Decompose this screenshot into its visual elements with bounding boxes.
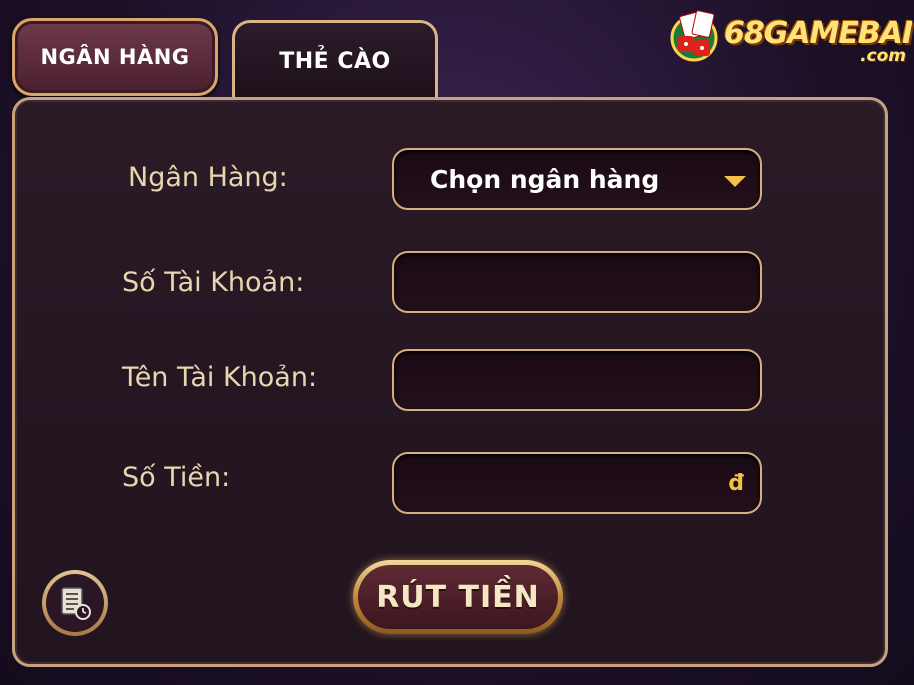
tab-bank-label: NGÂN HÀNG [40,45,190,69]
chevron-down-icon [724,176,746,187]
amount-input[interactable]: đ [392,452,762,514]
brand-logo: 68GAMEBAI .com [660,2,914,84]
bank-select-value: Chọn ngân hàng [430,164,660,194]
bank-select[interactable]: Chọn ngân hàng [392,148,762,210]
tab-card-label: THẺ CÀO [279,49,391,74]
withdraw-button[interactable]: RÚT TIỀN [353,560,563,634]
account-number-label: Số Tài Khoản: [122,267,305,298]
account-name-input[interactable] [392,349,762,411]
amount-label: Số Tiền: [122,462,231,493]
account-name-label: Tên Tài Khoản: [122,362,318,393]
logo-sub-text: .com [860,46,906,66]
dice-cards-icon [670,10,718,62]
history-button[interactable] [42,570,108,636]
withdraw-button-label: RÚT TIỀN [376,579,540,615]
account-number-input[interactable] [392,251,762,313]
tab-card[interactable]: THẺ CÀO [232,20,438,100]
currency-symbol: đ [728,471,744,496]
history-icon [61,587,91,620]
bank-label: Ngân Hàng: [128,162,288,193]
tab-bank[interactable]: NGÂN HÀNG [12,18,218,96]
